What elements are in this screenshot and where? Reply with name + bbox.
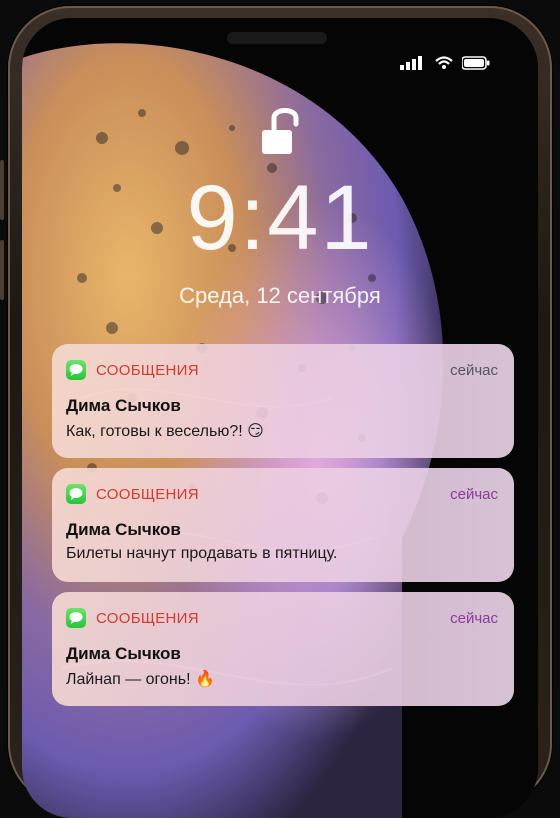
unlocked-lock-icon bbox=[260, 102, 300, 163]
notification-message: Лайнап — огонь! 🔥 bbox=[66, 671, 215, 688]
notification-time: сейчас bbox=[450, 486, 498, 503]
lock-screen-time: 9:41 bbox=[186, 167, 374, 269]
messages-app-icon bbox=[66, 608, 86, 628]
status-bar bbox=[400, 56, 490, 75]
lock-screen-date: Среда, 12 сентября bbox=[179, 283, 381, 308]
notification-app-name: СООБЩЕНИЯ bbox=[96, 610, 199, 627]
messages-app-icon bbox=[66, 360, 86, 380]
notification-time: сейчас bbox=[450, 362, 498, 379]
battery-icon bbox=[461, 56, 490, 75]
notification-card[interactable]: СООБЩЕНИЯ сейчас Дима Сычков Билеты начн… bbox=[52, 468, 514, 582]
notch bbox=[227, 32, 327, 44]
notification-card[interactable]: СООБЩЕНИЯ сейчас Дима Сычков Как, готовы… bbox=[52, 344, 514, 458]
notification-app-name: СООБЩЕНИЯ bbox=[96, 362, 199, 379]
notification-message: Билеты начнут продавать в пятницу. bbox=[66, 545, 338, 562]
notification-header: СООБЩЕНИЯ сейчас bbox=[66, 360, 498, 380]
lock-screen: 9:41 Среда, 12 сентября СООБЩЕНИЯ сейчас… bbox=[22, 18, 538, 818]
signal-icon bbox=[400, 56, 426, 75]
notification-header: СООБЩЕНИЯ сейчас bbox=[66, 608, 498, 628]
volume-button bbox=[0, 160, 4, 220]
notification-app-name: СООБЩЕНИЯ bbox=[96, 486, 199, 503]
notification-sender: Дима Сычков bbox=[66, 520, 181, 539]
notification-header: СООБЩЕНИЯ сейчас bbox=[66, 484, 498, 504]
notification-card[interactable]: СООБЩЕНИЯ сейчас Дима Сычков Лайнап — ог… bbox=[52, 592, 514, 706]
volume-button bbox=[0, 240, 4, 300]
notification-sender: Дима Сычков bbox=[66, 644, 181, 663]
notification-time: сейчас bbox=[450, 610, 498, 627]
messages-app-icon bbox=[66, 484, 86, 504]
notification-sender: Дима Сычков bbox=[66, 396, 181, 415]
notification-message: Как, готовы к веселью?! 😏 bbox=[66, 423, 264, 440]
wifi-icon bbox=[434, 56, 454, 75]
